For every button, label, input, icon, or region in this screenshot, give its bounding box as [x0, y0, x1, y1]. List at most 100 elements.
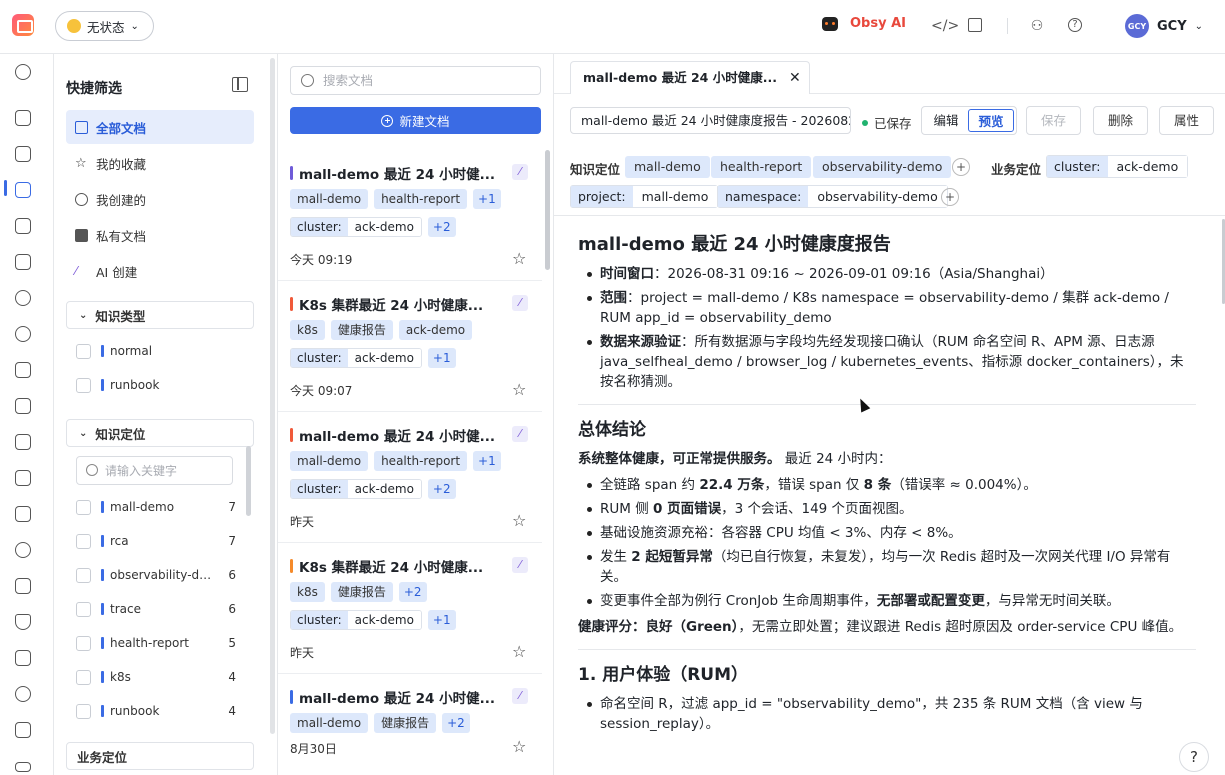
- location-option[interactable]: k8s 4: [76, 667, 236, 687]
- tag[interactable]: health-report: [374, 451, 468, 471]
- checkbox[interactable]: [76, 669, 91, 685]
- business-location-section[interactable]: 业务定位: [66, 742, 254, 770]
- tag[interactable]: health-report: [374, 189, 468, 209]
- checkbox[interactable]: [76, 601, 91, 617]
- file-icon[interactable]: [15, 362, 31, 378]
- collapse-panel-icon[interactable]: [232, 77, 248, 92]
- checkbox[interactable]: [76, 635, 91, 651]
- obsy-ai-button[interactable]: Obsy AI: [822, 16, 906, 31]
- tag[interactable]: k8s: [290, 582, 325, 602]
- checkbox[interactable]: [76, 377, 91, 393]
- star-icon[interactable]: ☆: [512, 511, 526, 530]
- doc-card[interactable]: mall-demo 最近 24 小时健... ⁄ mall-demo health-r…: [278, 150, 542, 281]
- checkbox[interactable]: [76, 533, 91, 549]
- kv-tag[interactable]: cluster: ack-demo: [290, 217, 422, 237]
- tag[interactable]: mall-demo: [290, 189, 369, 209]
- location-scrollbar[interactable]: [246, 446, 251, 516]
- tag[interactable]: 健康报告: [330, 582, 393, 602]
- help-button[interactable]: ?: [1179, 742, 1209, 772]
- add-knowledge-tag-icon[interactable]: +: [952, 158, 970, 176]
- more-tags-badge[interactable]: +2: [427, 479, 456, 499]
- checkbox[interactable]: [76, 703, 91, 719]
- delete-button[interactable]: 删除: [1093, 106, 1148, 135]
- document-edit-icon[interactable]: [968, 18, 982, 32]
- robot-rail-icon[interactable]: [15, 578, 31, 594]
- checkbox[interactable]: [76, 499, 91, 515]
- doc-card[interactable]: K8s 集群最近 24 小时健康... ⁄ k8s 健康报告 ack-demo clust…: [278, 281, 542, 412]
- shield-icon[interactable]: [15, 614, 31, 630]
- tag[interactable]: k8s: [290, 320, 325, 340]
- doc-card[interactable]: K8s 集群最近 24 小时健康... ⁄ k8s 健康报告 +2 cluster: ack…: [278, 543, 542, 674]
- business-tag[interactable]: namespace: observability-demo: [717, 185, 948, 208]
- knowledge-type-section[interactable]: ⌄ 知识类型: [66, 301, 254, 329]
- scan-icon[interactable]: [15, 254, 31, 270]
- filter-favorites[interactable]: ☆ 我的收藏: [66, 146, 254, 180]
- location-option[interactable]: mall-demo 7: [76, 497, 236, 517]
- knowledge-tag[interactable]: observability-demo: [813, 156, 952, 178]
- more-tags-badge[interactable]: +2: [427, 217, 456, 237]
- add-business-tag-icon[interactable]: +: [941, 188, 959, 206]
- filter-created-by-me[interactable]: 我创建的: [66, 182, 254, 216]
- apps-icon[interactable]: [15, 506, 31, 522]
- kv-tag[interactable]: cluster: ack-demo: [290, 479, 422, 499]
- new-document-button[interactable]: 新建文档: [290, 107, 541, 134]
- business-tag[interactable]: project: mall-demo: [570, 185, 719, 208]
- type-option[interactable]: runbook: [76, 375, 236, 395]
- tag[interactable]: 健康报告: [374, 713, 437, 733]
- help-circle-icon[interactable]: ?: [1068, 18, 1082, 32]
- more-tags-badge[interactable]: +2: [398, 582, 427, 602]
- tag[interactable]: 健康报告: [330, 320, 393, 340]
- status-dropdown[interactable]: 无状态 ⌄: [55, 11, 154, 41]
- database-icon[interactable]: [15, 650, 31, 666]
- monitor-icon[interactable]: [15, 146, 31, 162]
- app-logo[interactable]: [12, 14, 34, 36]
- save-button[interactable]: 保存: [1026, 106, 1081, 135]
- type-option[interactable]: normal: [76, 341, 236, 361]
- box-icon[interactable]: [15, 722, 31, 738]
- checkbox[interactable]: [76, 343, 91, 359]
- home-icon[interactable]: [15, 110, 31, 126]
- add-user-icon[interactable]: ⚇: [1029, 18, 1045, 34]
- menu-icon[interactable]: [15, 762, 31, 772]
- user-menu[interactable]: GCY GCY ⌄: [1125, 14, 1203, 38]
- gauge-icon[interactable]: [15, 542, 31, 558]
- properties-button[interactable]: 属性: [1159, 106, 1214, 135]
- star-icon[interactable]: ☆: [512, 642, 526, 661]
- location-option[interactable]: observability-demo 6: [76, 565, 236, 585]
- filter-ai-created[interactable]: ⁄ AI 创建: [66, 254, 254, 288]
- camera-icon[interactable]: [15, 686, 31, 702]
- more-tags-badge[interactable]: +2: [442, 713, 470, 733]
- tab-document[interactable]: mall-demo 最近 24 小时健康... ✕: [570, 61, 810, 94]
- tag[interactable]: ack-demo: [398, 320, 473, 340]
- more-tags-badge[interactable]: +1: [473, 451, 501, 471]
- location-option[interactable]: trace 6: [76, 599, 236, 619]
- search-icon[interactable]: [15, 64, 31, 80]
- knowledge-tag[interactable]: mall-demo: [625, 156, 710, 178]
- star-icon[interactable]: ☆: [512, 380, 526, 399]
- location-option[interactable]: health-report 5: [76, 633, 236, 653]
- calendar-icon[interactable]: [15, 218, 31, 234]
- doclist-scrollbar[interactable]: [545, 150, 550, 270]
- checkbox[interactable]: [76, 567, 91, 583]
- star-icon[interactable]: ☆: [512, 249, 526, 268]
- location-option[interactable]: runbook 4: [76, 701, 236, 721]
- kv-tag[interactable]: cluster: ack-demo: [290, 610, 422, 630]
- business-tag[interactable]: cluster: ack-demo: [1046, 155, 1189, 178]
- doc-card[interactable]: mall-demo 最近 24 小时健... ⁄ mall-demo 健康报告 +2 8月…: [278, 674, 542, 775]
- more-tags-badge[interactable]: +1: [473, 189, 501, 209]
- doc-card[interactable]: mall-demo 最近 24 小时健... ⁄ mall-demo health-r…: [278, 412, 542, 543]
- more-tags-badge[interactable]: +1: [427, 610, 456, 630]
- knowledge-location-section[interactable]: ⌄ 知识定位: [66, 419, 254, 447]
- bug-icon[interactable]: [15, 290, 31, 306]
- filter-all-docs[interactable]: 全部文档: [66, 110, 254, 144]
- search-doc-icon[interactable]: [15, 434, 31, 450]
- code-icon[interactable]: </>: [931, 18, 959, 34]
- chart-icon[interactable]: [15, 398, 31, 414]
- knowledge-tag[interactable]: health-report: [711, 156, 812, 178]
- doc-title-input[interactable]: mall-demo 最近 24 小时健康度报告 - 2026082: [570, 107, 851, 134]
- more-tags-badge[interactable]: +1: [427, 348, 456, 368]
- filter-private[interactable]: 私有文档: [66, 218, 254, 252]
- close-icon[interactable]: ✕: [789, 62, 801, 94]
- star-icon[interactable]: ☆: [512, 737, 526, 756]
- doc-search-input[interactable]: 搜索文档: [290, 66, 541, 95]
